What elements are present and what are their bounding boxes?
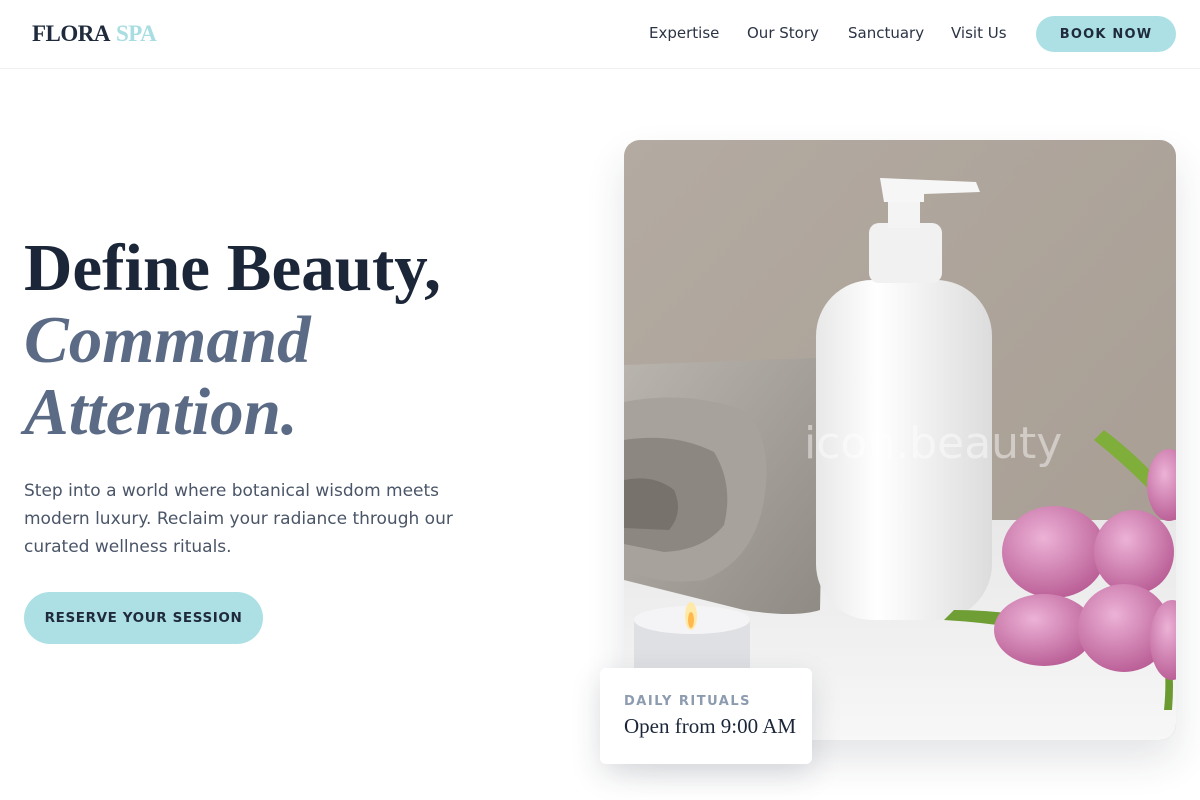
nav-expertise[interactable]: Expertise bbox=[649, 23, 719, 43]
image-watermark: icon.beauty bbox=[804, 418, 1063, 469]
hero-subtext: Step into a world where botanical wisdom… bbox=[24, 481, 453, 557]
book-now-button[interactable]: BOOK NOW bbox=[1036, 16, 1176, 52]
headline-line-3: Attention. bbox=[24, 375, 298, 449]
site-header: FLORA SPA Expertise Our Story Sanctuary V… bbox=[0, 0, 1200, 69]
hours-card-label: DAILY RITUALS bbox=[624, 694, 751, 709]
hours-card: DAILY RITUALS Open from 9:00 AM bbox=[600, 668, 812, 764]
hours-card-value: Open from 9:00 AM bbox=[624, 714, 797, 738]
logo-primary: FLORA bbox=[32, 21, 111, 46]
headline-line-2: Command bbox=[24, 303, 311, 377]
reserve-session-button[interactable]: RESERVE YOUR SESSION bbox=[24, 592, 263, 644]
logo-accent: SPA bbox=[116, 21, 157, 46]
logo[interactable]: FLORA SPA bbox=[32, 20, 157, 48]
hero-headline: Define Beauty, Command Attention. bbox=[24, 232, 584, 448]
hero-image: icon.beauty bbox=[624, 140, 1176, 740]
nav-visit-us[interactable]: Visit Us bbox=[951, 23, 1007, 43]
headline-line-1: Define Beauty, bbox=[24, 231, 441, 305]
nav-sanctuary[interactable]: Sanctuary bbox=[848, 23, 924, 43]
nav-our-story[interactable]: Our Story bbox=[747, 23, 819, 43]
